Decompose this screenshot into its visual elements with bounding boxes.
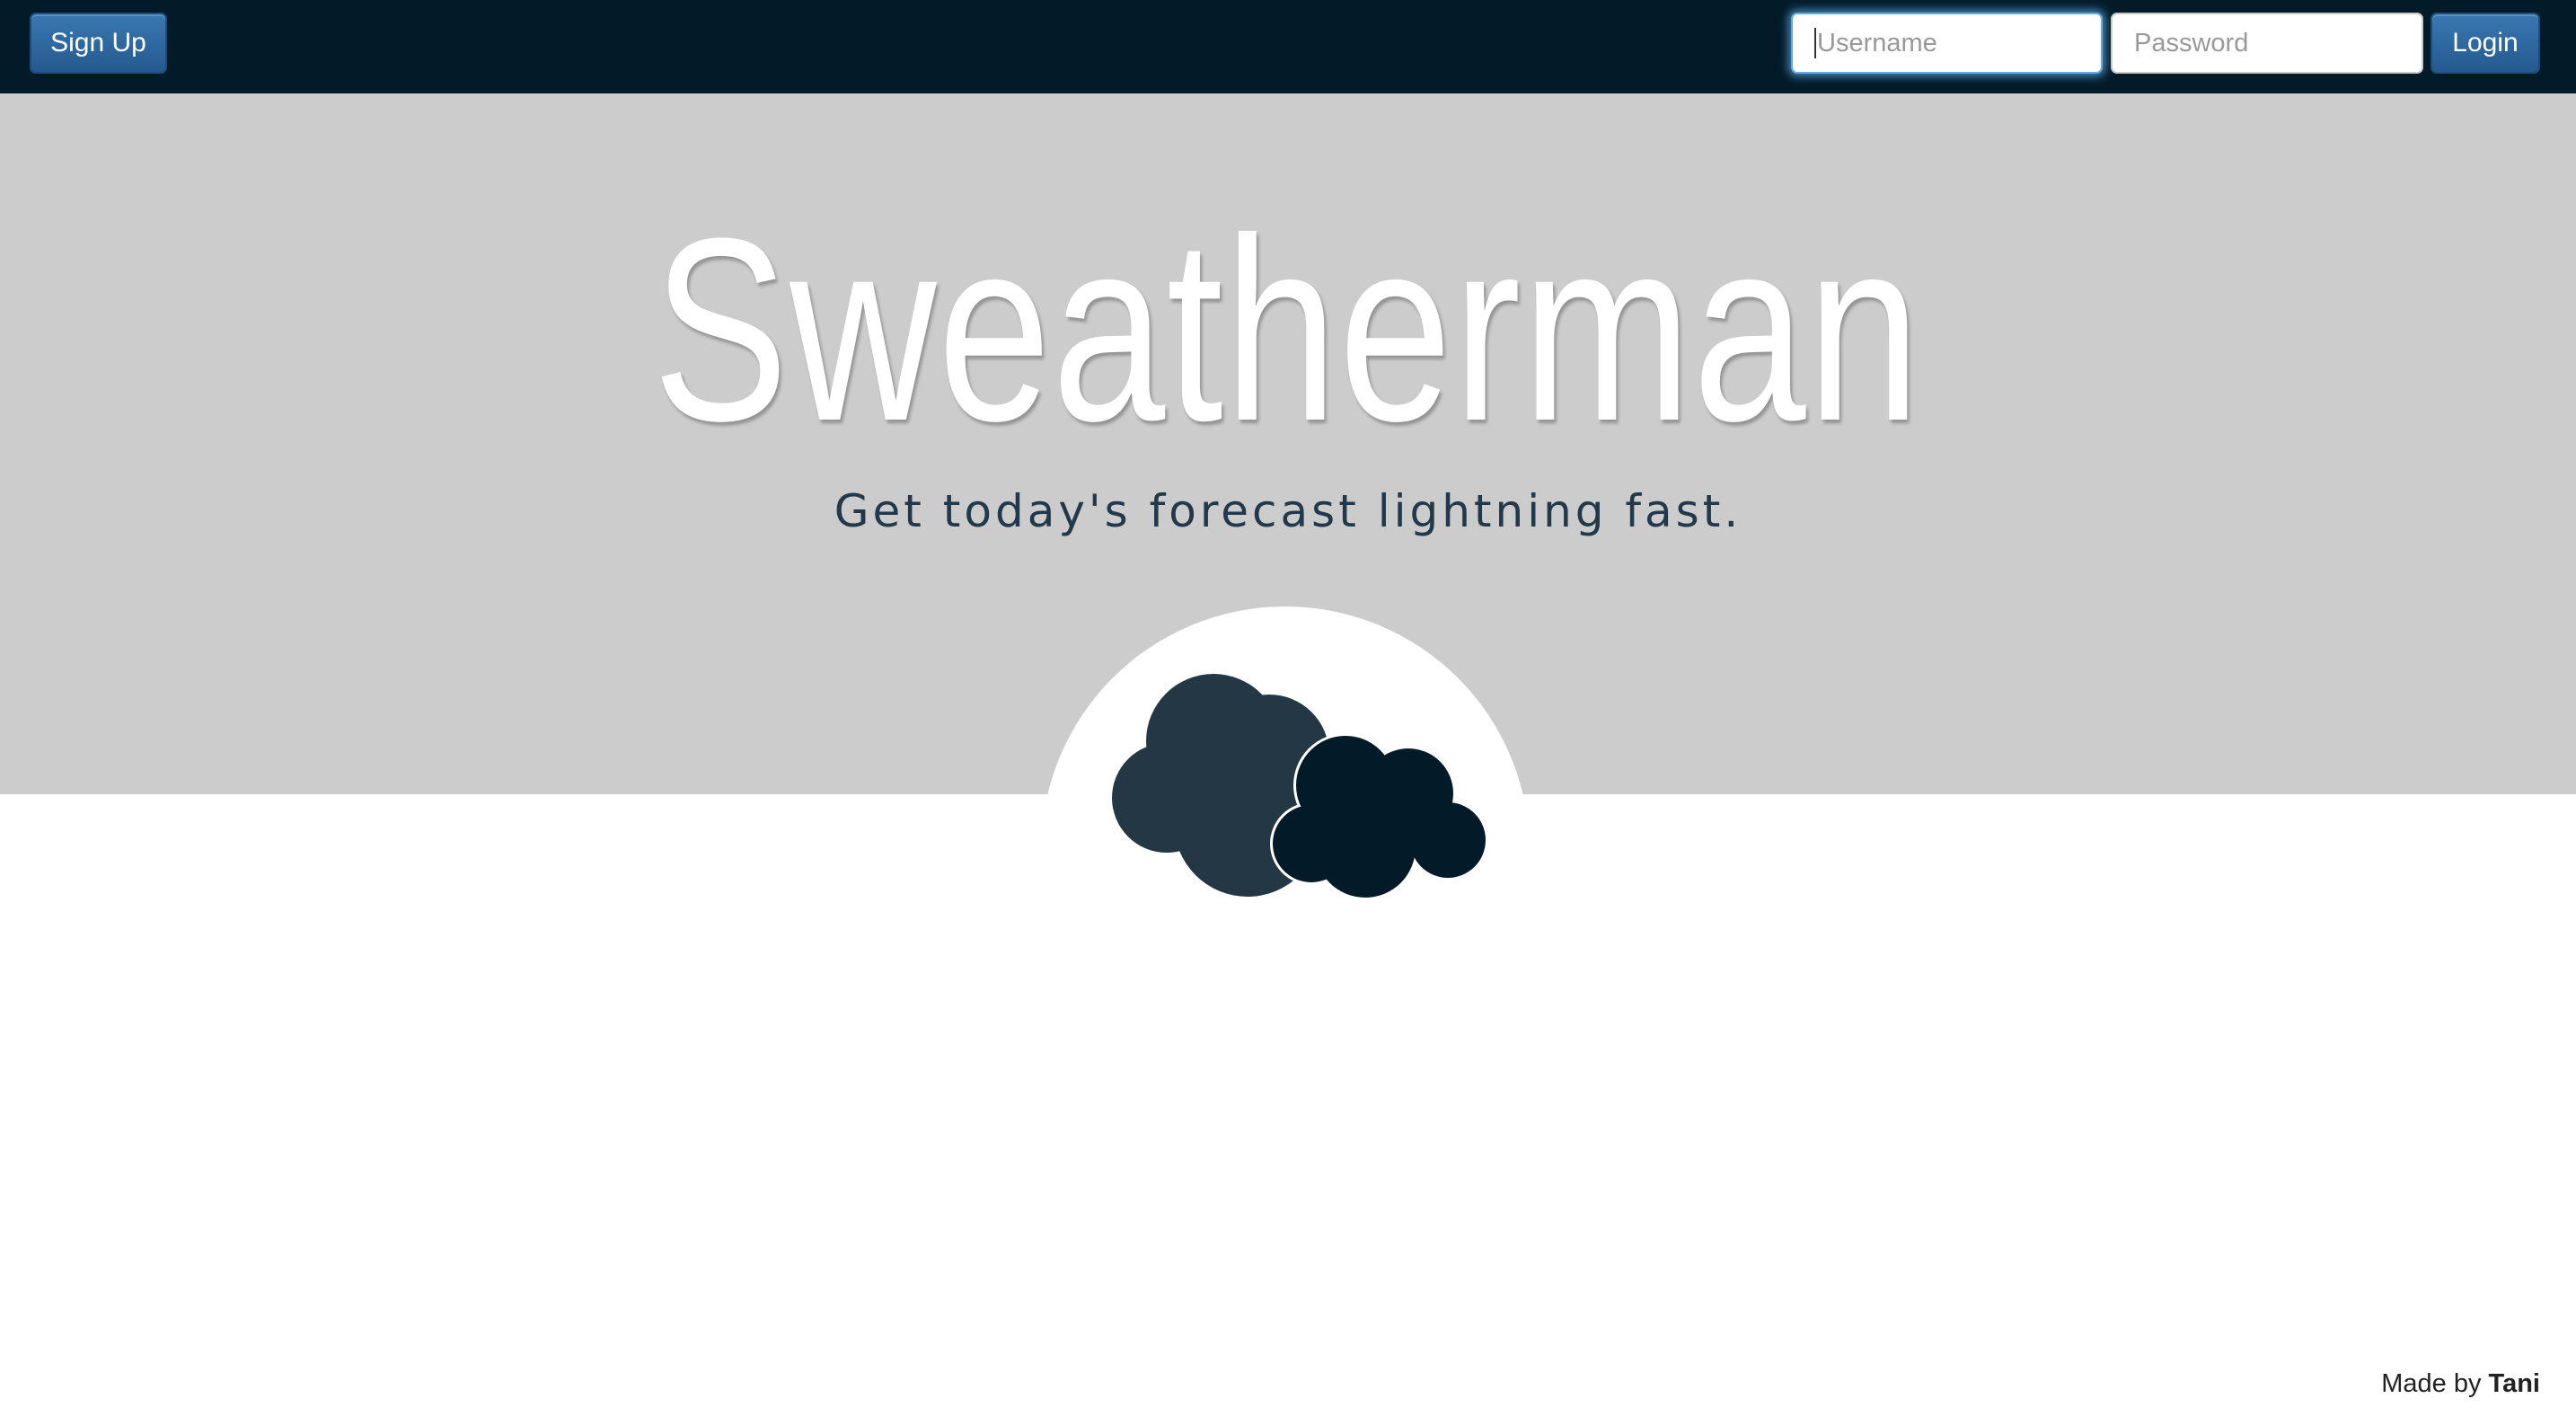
username-field[interactable]: Username bbox=[1791, 13, 2103, 74]
signup-button[interactable]: Sign Up bbox=[30, 13, 167, 74]
username-placeholder: Username bbox=[1817, 28, 1937, 58]
app-title: Sweatherman bbox=[652, 184, 1922, 475]
tagline: Get today's forecast lightning fast. bbox=[834, 485, 1742, 537]
footer-credit: Made by Tani bbox=[2381, 1369, 2540, 1399]
text-caret bbox=[1814, 28, 1816, 58]
login-button[interactable]: Login bbox=[2430, 13, 2540, 74]
top-navbar: Sign Up Username Password Login bbox=[0, 0, 2576, 93]
footer-author: Tani bbox=[2488, 1369, 2540, 1398]
clouds-icon bbox=[1112, 674, 1488, 900]
password-field[interactable]: Password bbox=[2111, 13, 2423, 74]
password-placeholder: Password bbox=[2134, 28, 2249, 58]
footer-prefix: Made by bbox=[2381, 1369, 2482, 1398]
